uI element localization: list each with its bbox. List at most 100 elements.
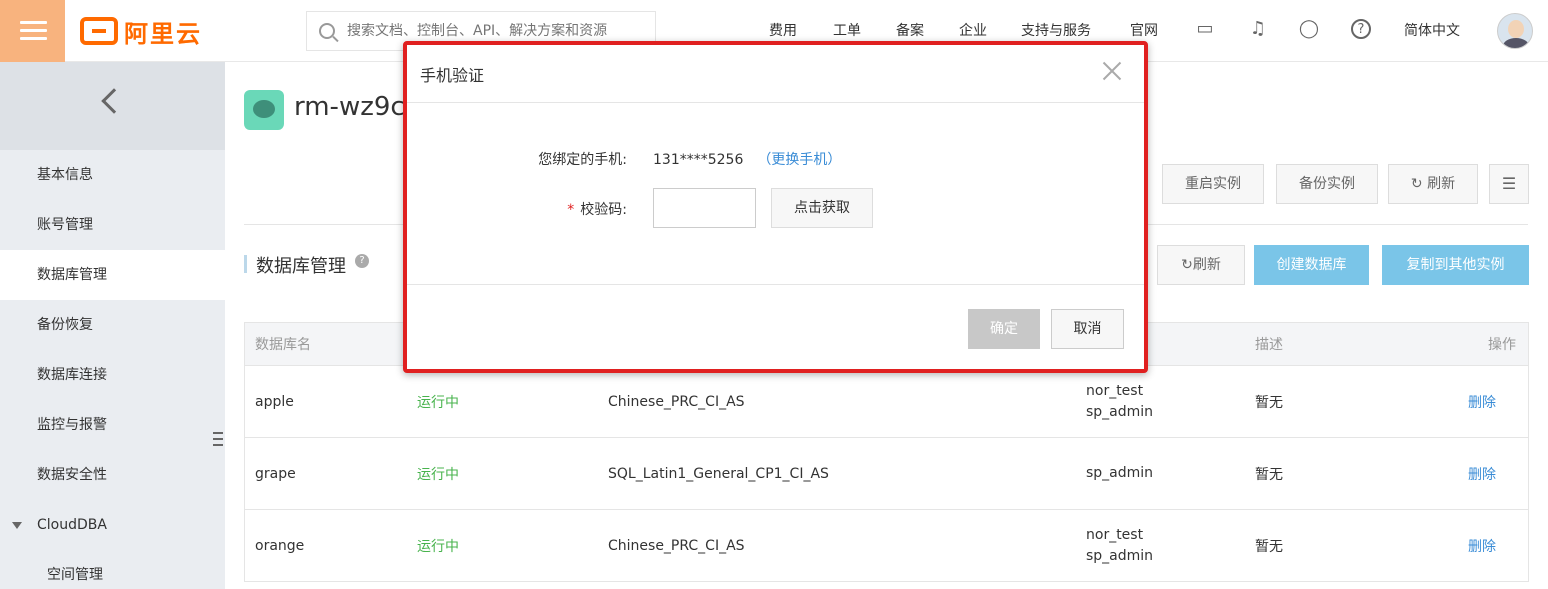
db-desc: 暂无 bbox=[1255, 466, 1283, 483]
menu-line-icon bbox=[20, 29, 47, 32]
menu-line-icon bbox=[20, 37, 47, 40]
refresh-label: 刷新 bbox=[1427, 176, 1456, 192]
help-icon[interactable]: ? bbox=[1351, 19, 1371, 39]
db-desc: 暂无 bbox=[1255, 538, 1283, 555]
instance-icon bbox=[244, 90, 284, 130]
sidebar-item-basic-info[interactable]: 基本信息 bbox=[0, 150, 225, 200]
account-name: nor_test bbox=[1086, 526, 1144, 543]
brand-logo[interactable]: 阿里云 bbox=[80, 14, 202, 48]
aliyun-logo-icon bbox=[80, 17, 118, 45]
delete-link[interactable]: 删除 bbox=[1468, 366, 1496, 437]
db-charset: Chinese_PRC_CI_AS bbox=[608, 393, 745, 410]
phone-verification-dialog: 手机验证 您绑定的手机: 131****5256 （更换手机） * 校验码: 点击获… bbox=[403, 41, 1148, 373]
collapse-line-icon bbox=[213, 444, 223, 446]
account-name: nor_test bbox=[1086, 382, 1144, 399]
sidebar-item-clouddba[interactable]: CloudDBA bbox=[0, 500, 225, 550]
backup-instance-button[interactable]: 备份实例 bbox=[1276, 164, 1378, 204]
db-accounts: sp_admin bbox=[1086, 438, 1153, 509]
search-input[interactable] bbox=[347, 23, 647, 39]
sidebar-item-backup-restore[interactable]: 备份恢复 bbox=[0, 300, 225, 350]
confirm-button[interactable]: 确定 bbox=[968, 309, 1040, 349]
search-icon bbox=[319, 23, 335, 39]
refresh-icon: ↻ bbox=[1410, 176, 1428, 192]
question-icon[interactable]: ? bbox=[355, 254, 369, 268]
nav-official-site[interactable]: 官网 bbox=[1130, 20, 1158, 40]
cart-icon[interactable]: ◯ bbox=[1298, 18, 1320, 40]
nav-fees[interactable]: 费用 bbox=[769, 20, 797, 40]
create-database-button[interactable]: 创建数据库 bbox=[1254, 245, 1369, 285]
nav-tickets[interactable]: 工单 bbox=[833, 20, 861, 40]
collapse-line-icon bbox=[213, 438, 223, 440]
chevron-left-icon bbox=[101, 88, 127, 114]
sidebar-item-monitoring[interactable]: 监控与报警 bbox=[0, 400, 225, 450]
delete-link[interactable]: 删除 bbox=[1468, 438, 1496, 509]
section-marker bbox=[244, 255, 247, 273]
sidebar-item-connection[interactable]: 数据库连接 bbox=[0, 350, 225, 400]
nav-support[interactable]: 支持与服务 bbox=[1021, 20, 1091, 40]
db-accounts: nor_test sp_admin bbox=[1086, 366, 1153, 437]
header-desc: 描述 bbox=[1255, 337, 1283, 353]
copy-to-instance-button[interactable]: 复制到其他实例 bbox=[1382, 245, 1529, 285]
caret-down-icon bbox=[12, 521, 22, 529]
db-name: orange bbox=[255, 537, 305, 554]
sidebar-item-accounts[interactable]: 账号管理 bbox=[0, 200, 225, 250]
dialog-divider bbox=[407, 284, 1144, 285]
code-label-text: 校验码: bbox=[580, 202, 627, 218]
dialog-title: 手机验证 bbox=[420, 66, 485, 85]
header-name: 数据库名 bbox=[255, 337, 311, 353]
language-switch[interactable]: 简体中文 bbox=[1404, 20, 1460, 40]
nav-filing[interactable]: 备案 bbox=[896, 20, 924, 40]
back-button[interactable] bbox=[0, 62, 225, 150]
account-name: sp_admin bbox=[1086, 547, 1154, 564]
db-status: 运行中 bbox=[417, 538, 459, 555]
refresh-label: 刷新 bbox=[1192, 257, 1221, 273]
db-charset: Chinese_PRC_CI_AS bbox=[608, 537, 745, 554]
list-view-icon[interactable]: ☰ bbox=[1489, 164, 1529, 204]
close-icon[interactable] bbox=[1102, 61, 1122, 81]
phone-number: 131****5256 bbox=[653, 152, 744, 168]
header-action: 操作 bbox=[1488, 337, 1516, 353]
dialog-header: 手机验证 bbox=[407, 45, 1144, 103]
terminal-icon[interactable]: ▭ bbox=[1194, 18, 1216, 40]
avatar[interactable] bbox=[1497, 13, 1533, 49]
delete-link[interactable]: 删除 bbox=[1468, 510, 1496, 581]
db-status: 运行中 bbox=[417, 394, 459, 411]
hamburger-menu-button[interactable] bbox=[0, 0, 65, 62]
refresh-instance-button[interactable]: ↻ 刷新 bbox=[1388, 164, 1478, 204]
db-accounts: nor_test sp_admin bbox=[1086, 510, 1153, 581]
verification-code-input[interactable] bbox=[653, 188, 756, 228]
account-name: sp_admin bbox=[1086, 403, 1154, 420]
sidebar-collapse-handle[interactable] bbox=[207, 412, 225, 468]
required-mark: * bbox=[567, 202, 575, 218]
menu-line-icon bbox=[20, 21, 47, 24]
get-code-button[interactable]: 点击获取 bbox=[771, 188, 873, 228]
db-desc: 暂无 bbox=[1255, 394, 1283, 411]
sidebar-item-security[interactable]: 数据安全性 bbox=[0, 450, 225, 500]
sidebar-item-database-management[interactable]: 数据库管理 bbox=[0, 250, 225, 300]
collapse-line-icon bbox=[213, 432, 223, 434]
db-charset: SQL_Latin1_General_CP1_CI_AS bbox=[608, 465, 829, 482]
refresh-database-button[interactable]: ↻刷新 bbox=[1157, 245, 1245, 285]
db-name: grape bbox=[255, 465, 296, 482]
sidebar-item-label: CloudDBA bbox=[37, 517, 107, 533]
db-name: apple bbox=[255, 393, 294, 410]
phone-info: 131****5256 （更换手机） bbox=[653, 149, 841, 169]
cancel-button[interactable]: 取消 bbox=[1051, 309, 1124, 349]
db-status: 运行中 bbox=[417, 466, 459, 483]
code-label: * 校验码: bbox=[527, 199, 627, 219]
change-phone-link[interactable]: （更换手机） bbox=[757, 152, 841, 168]
table-row: orange 运行中 Chinese_PRC_CI_AS nor_test sp… bbox=[245, 509, 1528, 581]
sidebar: 基本信息 账号管理 数据库管理 备份恢复 数据库连接 监控与报警 数据安全性 C… bbox=[0, 62, 225, 589]
sidebar-item-space-management[interactable]: 空间管理 bbox=[0, 550, 225, 589]
restart-instance-button[interactable]: 重启实例 bbox=[1162, 164, 1264, 204]
brand-name: 阿里云 bbox=[124, 19, 202, 48]
table-row: grape 运行中 SQL_Latin1_General_CP1_CI_AS s… bbox=[245, 437, 1528, 509]
section-title: 数据库管理 bbox=[256, 256, 346, 277]
table-row: apple 运行中 Chinese_PRC_CI_AS nor_test sp_… bbox=[245, 365, 1528, 437]
bell-icon[interactable]: ♫ bbox=[1247, 18, 1269, 40]
nav-enterprise[interactable]: 企业 bbox=[959, 20, 987, 40]
instance-title: rm-wz9c bbox=[294, 92, 405, 122]
phone-label: 您绑定的手机: bbox=[538, 152, 627, 168]
account-name: sp_admin bbox=[1086, 465, 1154, 481]
refresh-icon: ↻ bbox=[1181, 257, 1193, 273]
